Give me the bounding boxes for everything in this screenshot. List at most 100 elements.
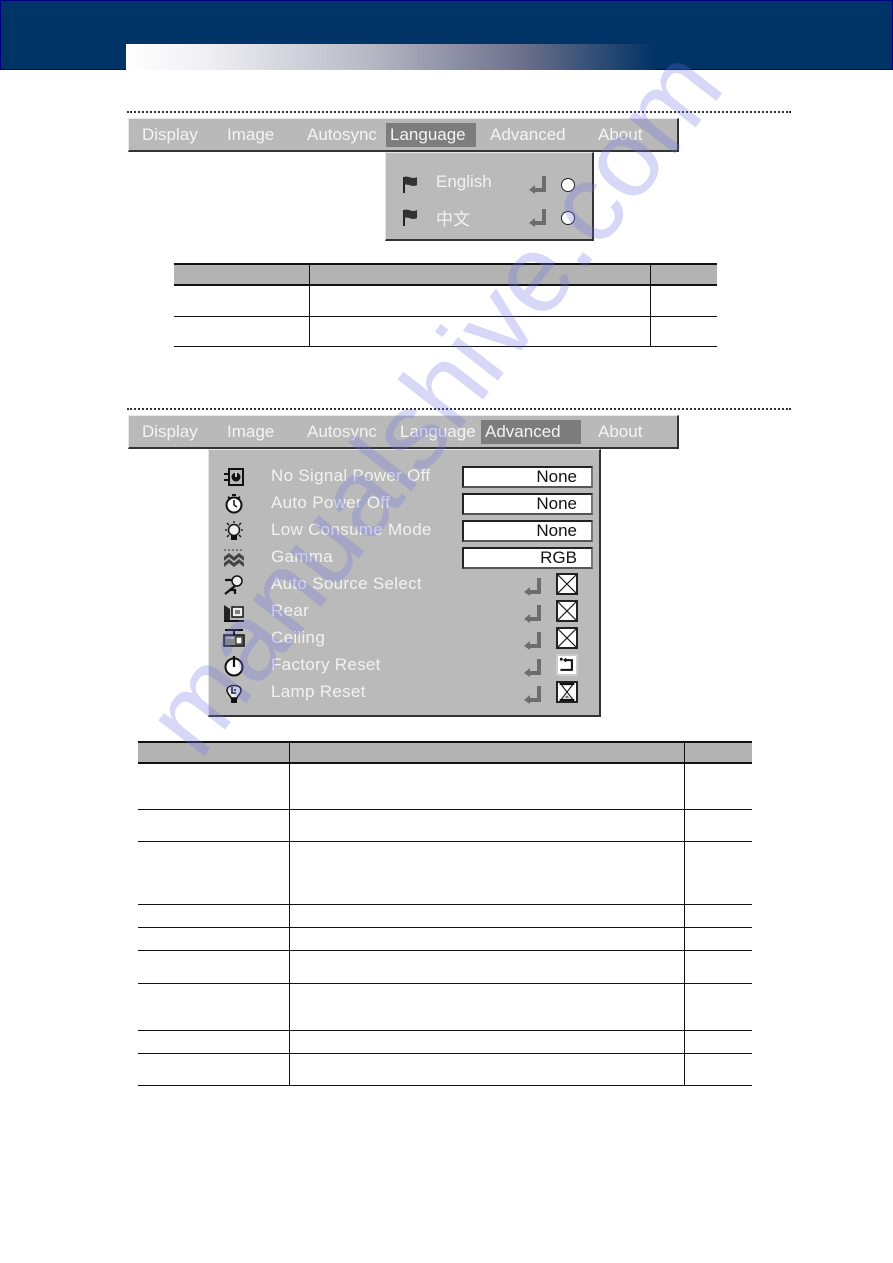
advanced-item-factory-reset[interactable]: Factory Reset <box>209 652 599 679</box>
tab-language[interactable]: Language <box>386 123 476 147</box>
tab-about[interactable]: About <box>594 123 646 147</box>
reset-icon[interactable] <box>556 654 578 676</box>
no-signal-power-icon <box>224 468 244 486</box>
flag-icon <box>403 176 417 193</box>
hourglass-icon[interactable] <box>556 681 578 703</box>
radio-icon[interactable] <box>561 178 575 192</box>
table-row <box>138 949 752 984</box>
table-cell <box>684 903 752 928</box>
table-cell <box>138 1029 290 1054</box>
table-cell <box>289 1052 685 1086</box>
language-option-english[interactable]: English <box>386 170 592 196</box>
radio-icon[interactable] <box>561 211 575 225</box>
tab-language[interactable]: Language <box>396 420 480 444</box>
table-cell <box>138 1052 290 1086</box>
advanced-item-auto-power-off[interactable]: Auto Power Off None <box>209 490 599 517</box>
enter-icon <box>524 632 541 650</box>
value-field[interactable]: RGB <box>462 547 593 569</box>
table-cell <box>289 982 685 1031</box>
table-row <box>174 315 717 347</box>
advanced-item-ceiling[interactable]: Ceiling <box>209 625 599 652</box>
language-label: 中文 <box>436 210 470 229</box>
table-header-cell <box>684 741 752 764</box>
page-header-band <box>0 0 893 70</box>
table-row <box>174 284 717 317</box>
enter-icon <box>524 605 541 623</box>
table-cell <box>289 808 685 842</box>
language-description-table <box>174 263 717 347</box>
advanced-item-low-consume-mode[interactable]: Low Consume Mode None <box>209 517 599 544</box>
advanced-item-auto-source-select[interactable]: Auto Source Select <box>209 571 599 598</box>
table-row <box>138 808 752 842</box>
table-cell <box>684 762 752 810</box>
table-cell <box>138 840 290 905</box>
item-label: Auto Source Select <box>271 574 422 593</box>
osd-menu-bar-language: Display Image Autosync Language Advanced… <box>128 118 679 152</box>
tab-image[interactable]: Image <box>223 123 278 147</box>
advanced-item-rear[interactable]: Rear <box>209 598 599 625</box>
table-row <box>138 982 752 1031</box>
table-header-cell <box>650 263 717 286</box>
value-field[interactable]: None <box>462 493 593 515</box>
tab-about[interactable]: About <box>594 420 646 444</box>
item-label: Gamma <box>271 547 333 566</box>
item-label: Factory Reset <box>271 655 381 674</box>
lamp-bulb-icon <box>225 521 243 540</box>
table-cell <box>174 315 310 347</box>
item-label: Ceiling <box>271 628 326 647</box>
table-cell <box>174 284 310 317</box>
table-header-row <box>174 263 717 286</box>
checkbox-x-icon[interactable] <box>556 573 578 595</box>
table-row <box>138 903 752 928</box>
value-field[interactable]: None <box>462 466 593 488</box>
table-cell <box>289 926 685 951</box>
table-row <box>138 1052 752 1086</box>
table-cell <box>289 1029 685 1054</box>
section-divider <box>127 111 791 113</box>
table-cell <box>138 982 290 1031</box>
table-cell <box>650 284 717 317</box>
table-cell <box>684 949 752 984</box>
flag-icon <box>403 209 417 226</box>
power-icon <box>224 656 244 677</box>
section-divider <box>127 408 791 410</box>
value-field[interactable]: None <box>462 520 593 542</box>
auto-source-icon <box>224 575 243 595</box>
table-row <box>138 926 752 951</box>
enter-icon <box>524 578 541 596</box>
rear-projection-icon <box>224 605 244 622</box>
table-row <box>138 762 752 810</box>
language-option-chinese[interactable]: 中文 <box>386 203 592 229</box>
table-cell <box>138 808 290 842</box>
advanced-item-gamma[interactable]: Gamma RGB <box>209 544 599 571</box>
tab-display[interactable]: Display <box>138 420 202 444</box>
table-header-cell <box>309 263 651 286</box>
advanced-item-no-signal-power-off[interactable]: No Signal Power Off None <box>209 463 599 490</box>
table-cell <box>684 982 752 1031</box>
header-gradient-bar <box>126 44 656 70</box>
table-cell <box>289 949 685 984</box>
ceiling-mount-icon <box>223 629 245 647</box>
table-cell <box>138 903 290 928</box>
table-cell <box>650 315 717 347</box>
item-label: Lamp Reset <box>271 682 366 701</box>
item-label: Rear <box>271 601 310 620</box>
tab-advanced[interactable]: Advanced <box>481 420 581 444</box>
checkbox-x-icon[interactable] <box>556 627 578 649</box>
enter-icon <box>524 659 541 677</box>
table-cell <box>289 762 685 810</box>
tab-autosync[interactable]: Autosync <box>303 123 381 147</box>
tab-advanced[interactable]: Advanced <box>486 123 570 147</box>
advanced-item-lamp-reset[interactable]: Lamp Reset <box>209 679 599 706</box>
tab-autosync[interactable]: Autosync <box>303 420 381 444</box>
table-header-cell <box>289 741 685 764</box>
tab-image[interactable]: Image <box>223 420 278 444</box>
table-row <box>138 1029 752 1054</box>
checkbox-x-icon[interactable] <box>556 600 578 622</box>
enter-icon <box>529 209 546 227</box>
osd-menu-bar-advanced: Display Image Autosync Language Advanced… <box>128 415 679 449</box>
language-dropdown: English 中文 <box>385 152 594 241</box>
tab-display[interactable]: Display <box>138 123 202 147</box>
advanced-description-table <box>138 741 752 1086</box>
table-cell <box>289 903 685 928</box>
